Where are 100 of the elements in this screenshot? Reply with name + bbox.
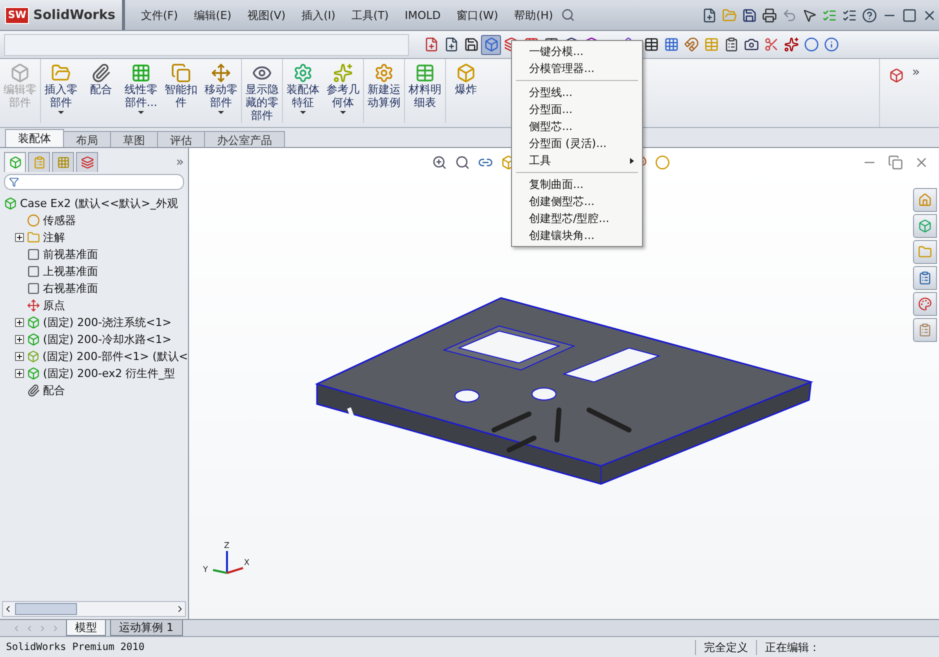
logo-text: SolidWorks — [33, 8, 116, 22]
tab[interactable]: 模型 — [66, 620, 106, 636]
tree-item[interactable]: 原点 — [43, 298, 65, 313]
tree-item[interactable]: (固定) 200-冷却水路<1> — [43, 332, 172, 347]
ribbon-button[interactable]: 材料明细表 — [407, 83, 443, 109]
menu-item[interactable]: 窗口(W) — [448, 8, 506, 22]
ribbon-button[interactable]: 智能扣件 — [163, 83, 199, 109]
tab[interactable]: 办公室产品 — [204, 131, 285, 147]
expand-icon[interactable] — [15, 335, 24, 344]
menu-item[interactable]: 创建镶块角... — [512, 227, 642, 244]
ribbon-button[interactable]: 参考几何体 — [325, 83, 361, 109]
status-text: 正在编辑： — [756, 640, 933, 654]
box-icon — [456, 63, 476, 83]
menu-item[interactable]: 分型面 (灵活)... — [512, 135, 642, 152]
tree-item[interactable]: (固定) 200-ex2 衍生件_型 — [43, 366, 176, 381]
tree-item[interactable]: (固定) 200-部件<1> (默认< — [42, 349, 188, 364]
menu-item[interactable]: 分型线... — [512, 84, 642, 101]
tab[interactable]: 草图 — [110, 131, 158, 147]
palette-icon[interactable] — [913, 292, 937, 316]
menu-item[interactable]: 编辑(E) — [186, 8, 240, 22]
clipboard-icon[interactable] — [913, 318, 937, 342]
tree-item[interactable]: (固定) 200-浇注系统<1> — [43, 315, 172, 330]
caret-icon[interactable] — [340, 111, 346, 114]
more-button[interactable]: » — [176, 154, 184, 170]
expand-icon[interactable] — [15, 318, 24, 327]
filter-icon[interactable] — [9, 177, 19, 187]
ribbon-button[interactable]: 移动零部件 — [203, 83, 239, 109]
menu-item[interactable]: 创建型芯/型腔... — [512, 210, 642, 227]
menu-item[interactable]: 帮助(H) — [506, 8, 562, 22]
ribbon-button[interactable]: 装配体特征 — [285, 83, 321, 109]
tab[interactable]: 布局 — [63, 131, 111, 147]
ribbon-button[interactable]: 配合 — [83, 83, 119, 96]
caret-icon[interactable] — [218, 111, 224, 114]
expand-icon[interactable] — [15, 233, 24, 242]
tree-item[interactable]: 上视基准面 — [43, 264, 98, 279]
menu-item[interactable]: 文件(F) — [133, 8, 186, 22]
tree-item[interactable]: 注解 — [43, 230, 65, 245]
cube-icon — [8, 156, 22, 169]
axis-label: Y — [203, 565, 208, 574]
table-icon — [415, 63, 435, 83]
sparkle-icon — [333, 63, 353, 83]
ribbon-button[interactable]: 显示隐藏的零部件 — [244, 83, 280, 122]
caret-icon[interactable] — [138, 111, 144, 114]
tree-item[interactable]: 右视基准面 — [43, 281, 98, 296]
cube-icon — [27, 316, 40, 329]
paperclip-icon — [91, 63, 111, 83]
list-icon[interactable] — [913, 266, 937, 290]
clipboard-icon — [32, 156, 46, 169]
tab[interactable]: 评估 — [157, 131, 205, 147]
horizontal-scrollbar[interactable] — [2, 601, 186, 617]
menu-item[interactable]: 复制曲面... — [512, 176, 642, 193]
caret-icon[interactable] — [58, 111, 64, 114]
tab[interactable]: 运动算例 1 — [110, 620, 182, 636]
submenu-arrow-icon — [630, 158, 634, 164]
logo-badge: SW — [5, 6, 30, 24]
axis-label: Z — [224, 541, 230, 550]
tab[interactable]: 装配体 — [5, 129, 64, 147]
panel-tab[interactable] — [76, 152, 98, 172]
more-button[interactable]: » — [912, 65, 920, 80]
box-icon[interactable] — [481, 34, 501, 54]
expand-icon[interactable] — [15, 352, 24, 361]
ribbon-button[interactable]: 新建运动算例 — [366, 83, 402, 109]
tree-item[interactable]: 前视基准面 — [43, 247, 98, 262]
home-icon[interactable] — [913, 188, 937, 212]
tree-item[interactable]: Case Ex2 (默认<<默认>_外观 — [20, 196, 178, 211]
menu-item[interactable]: 一键分模... — [512, 43, 642, 60]
move-icon — [211, 63, 231, 83]
cube-icon — [4, 197, 17, 210]
folder-icon — [51, 63, 71, 83]
menu-item[interactable]: 分型面... — [512, 101, 642, 118]
gear-icon — [293, 63, 313, 83]
tree-item[interactable]: 传感器 — [43, 213, 76, 228]
menu-item[interactable]: 工具(T) — [343, 8, 397, 22]
box-icon — [10, 63, 30, 83]
menu-item[interactable]: 分模管理器... — [512, 60, 642, 77]
grid-icon — [131, 63, 151, 83]
status-text: SolidWorks Premium 2010 — [6, 642, 144, 652]
search-icon[interactable] — [561, 8, 576, 22]
menu-item[interactable]: 视图(V) — [239, 8, 294, 22]
ribbon-button[interactable]: 爆炸 — [448, 83, 484, 96]
status-text: 完全定义 — [695, 640, 756, 654]
axis-triad-drawing — [212, 551, 244, 574]
menu-item[interactable]: 工具 — [512, 152, 642, 169]
ribbon-button[interactable]: 插入零部件 — [43, 83, 79, 109]
cube-icon — [27, 367, 40, 380]
menu-item[interactable]: IMOLD — [396, 8, 449, 22]
axis-label: X — [244, 558, 250, 567]
layers-icon — [80, 156, 94, 169]
paperclip-icon — [27, 384, 40, 397]
panel-tab[interactable] — [4, 152, 26, 172]
menu-item[interactable]: 创建侧型芯... — [512, 193, 642, 210]
expand-icon[interactable] — [15, 369, 24, 378]
gear-icon — [374, 63, 394, 83]
cube-icon — [27, 333, 40, 346]
tree-item[interactable]: 配合 — [43, 383, 65, 398]
caret-icon[interactable] — [300, 111, 306, 114]
ribbon-button[interactable]: 线性零部件... — [123, 83, 159, 109]
filter-field[interactable] — [4, 174, 184, 190]
menu-item[interactable]: 侧型芯... — [512, 118, 642, 135]
menu-item[interactable]: 插入(I) — [294, 8, 344, 22]
